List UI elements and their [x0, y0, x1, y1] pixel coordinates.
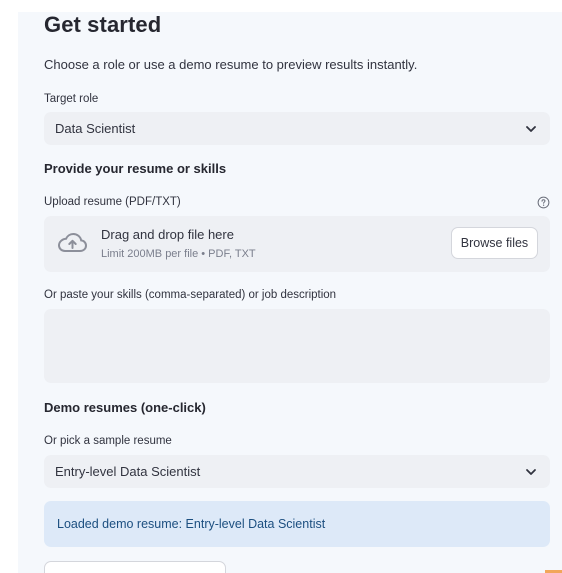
question-circle-icon[interactable] [537, 196, 550, 209]
sample-resume-label: Or pick a sample resume [44, 435, 172, 447]
upload-label: Upload resume (PDF/TXT) [44, 196, 181, 208]
chevron-down-icon [526, 125, 536, 132]
page: Get started Choose a role or use a demo … [0, 0, 562, 573]
info-alert-text: Loaded demo resume: Entry-level Data Sci… [57, 517, 326, 531]
info-alert: Loaded demo resume: Entry-level Data Sci… [44, 501, 550, 547]
top-band [0, 0, 562, 12]
dropzone-subtitle: Limit 200MB per file • PDF, TXT [101, 248, 256, 260]
target-role-label: Target role [44, 93, 99, 105]
resume-section-heading: Provide your resume or skills [44, 161, 227, 176]
target-role-select[interactable]: Data Scientist [44, 112, 550, 145]
file-dropzone[interactable]: Drag and drop file here Limit 200MB per … [44, 216, 550, 272]
sample-resume-value: Entry-level Data Scientist [55, 464, 201, 479]
page-title: Get started [44, 12, 162, 37]
browse-files-button[interactable]: Browse files [451, 227, 538, 259]
intro-text: Choose a role or use a demo resume to pr… [44, 57, 418, 72]
skills-textarea[interactable] [44, 309, 550, 383]
action-button[interactable] [44, 561, 226, 573]
cloud-upload-icon [57, 232, 88, 252]
paste-skills-label: Or paste your skills (comma-separated) o… [44, 289, 337, 301]
dropzone-title: Drag and drop file here [101, 227, 234, 242]
sample-resume-select[interactable]: Entry-level Data Scientist [44, 455, 550, 488]
target-role-value: Data Scientist [55, 121, 136, 136]
chevron-down-icon [526, 468, 536, 475]
demo-section-heading: Demo resumes (one-click) [44, 400, 206, 415]
